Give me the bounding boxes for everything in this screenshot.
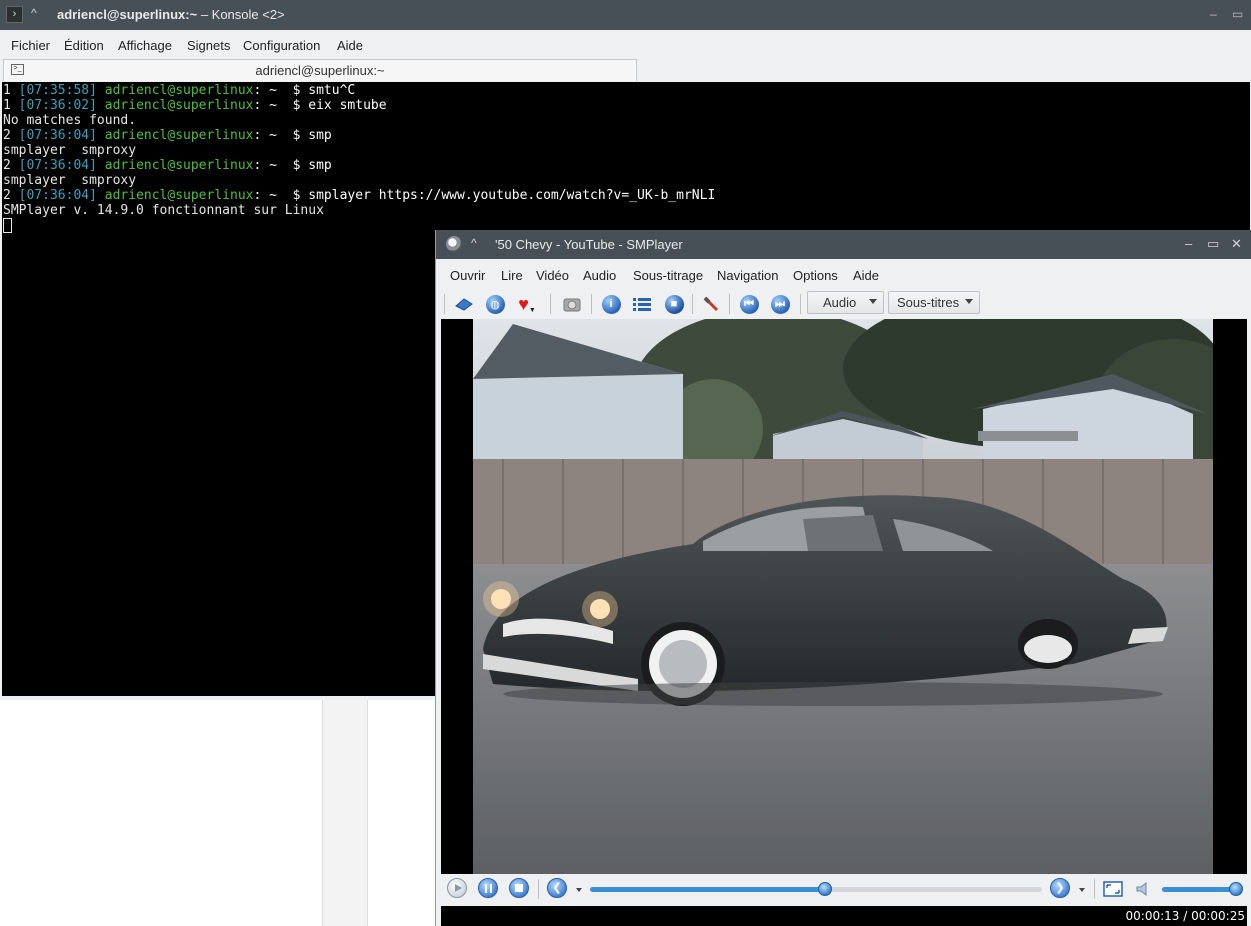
- toolbar-separator: [444, 294, 445, 314]
- terminal-output-line: smplayer smproxy: [3, 173, 137, 188]
- rewind-menu-arrow-icon[interactable]: [576, 888, 582, 892]
- konsole-menubar: Fichier Édition Affichage Signets Config…: [0, 30, 1251, 58]
- text-cursor: [3, 218, 12, 233]
- stop-icon: [515, 884, 523, 892]
- terminal-tab[interactable]: >_ adriencl@superlinux:~: [3, 59, 637, 81]
- terminal-output-line: No matches found.: [3, 113, 137, 128]
- status-bar: 00:00:13 / 00:00:25: [441, 906, 1247, 926]
- open-file-icon[interactable]: [453, 293, 475, 315]
- menu-lire[interactable]: Lire: [501, 268, 523, 283]
- controls-separator: [1094, 879, 1095, 899]
- volume-slider-level: [1162, 887, 1237, 892]
- audio-dropdown-label: Audio: [823, 295, 857, 310]
- menu-navigation[interactable]: Navigation: [717, 268, 778, 283]
- terminal-output-line: SMPlayer v. 14.9.0 fonctionnant sur Linu…: [3, 203, 324, 218]
- volume-slider-handle[interactable]: [1229, 882, 1244, 896]
- close-icon[interactable]: ✕: [1231, 236, 1242, 252]
- stop-button[interactable]: [509, 878, 529, 898]
- next-icon[interactable]: ⏭: [769, 293, 791, 315]
- minimize-icon[interactable]: –: [1185, 236, 1192, 251]
- smplayer-toolbar: ◍ ♥ ▼ i ■ ⏮ ⏭ Audio Sous-titres: [436, 289, 1251, 319]
- terminal-line: 2 [07:36:04] adriencl@superlinux: ~ $ sm…: [3, 158, 332, 173]
- toolbar-separator: [692, 294, 693, 314]
- previous-icon[interactable]: ⏮: [738, 293, 760, 315]
- toolbar-separator: [550, 294, 551, 314]
- playlist-icon[interactable]: [631, 293, 653, 315]
- terminal-line: 1 [07:35:58] adriencl@superlinux: ~ $ sm…: [3, 83, 356, 98]
- chevron-down-icon: [965, 299, 973, 304]
- preferences-icon[interactable]: [700, 293, 722, 315]
- smplayer-app-icon[interactable]: [446, 236, 462, 252]
- chevron-left-icon: ❮: [552, 881, 562, 894]
- menu-aide[interactable]: Aide: [853, 268, 879, 283]
- konsole-window-title: adriencl@superlinux:~ – Konsole <2>: [57, 7, 285, 22]
- mute-volume-icon[interactable]: [1133, 878, 1155, 900]
- forward-menu-arrow-icon[interactable]: [1079, 888, 1085, 892]
- smplayer-menubar: Ouvrir Lire Vidéo Audio Sous-titrage Nav…: [436, 259, 1251, 289]
- menu-configuration[interactable]: Configuration: [243, 38, 320, 53]
- maximize-icon[interactable]: ▭: [1207, 236, 1219, 252]
- seek-bar-progress: [590, 887, 826, 892]
- toolbar-separator: [729, 294, 730, 314]
- smplayer-titlebar[interactable]: ^ '50 Chevy - YouTube - SMPlayer – ▭ ✕: [436, 230, 1251, 259]
- terminal-output-line: smplayer smproxy: [3, 143, 137, 158]
- video-frame-image: [473, 319, 1213, 874]
- terminal-line: 1 [07:36:02] adriencl@superlinux: ~ $ ei…: [3, 98, 387, 113]
- seek-bar[interactable]: [590, 882, 1042, 896]
- shade-icon[interactable]: ^: [31, 6, 37, 20]
- open-url-icon[interactable]: ◍: [484, 293, 506, 315]
- menu-sous-titrage[interactable]: Sous-titrage: [633, 268, 703, 283]
- forward-button[interactable]: ❯: [1050, 878, 1070, 898]
- menu-edition[interactable]: Édition: [64, 38, 104, 53]
- subtitles-dropdown[interactable]: Sous-titres: [888, 291, 980, 314]
- menu-aide[interactable]: Aide: [337, 38, 363, 53]
- smplayer-window-title: '50 Chevy - YouTube - SMPlayer: [495, 237, 683, 252]
- toolbar-separator: [591, 294, 592, 314]
- favorites-icon[interactable]: ♥ ▼: [516, 293, 538, 315]
- volume-slider[interactable]: [1162, 882, 1244, 896]
- pause-button[interactable]: [478, 878, 498, 898]
- maximize-icon[interactable]: ▭: [1232, 7, 1243, 21]
- desktop-background-panel: [322, 700, 368, 926]
- toolbar-separator: [800, 294, 801, 314]
- play-icon: [454, 884, 462, 892]
- video-display[interactable]: [441, 319, 1247, 874]
- info-icon[interactable]: i: [600, 293, 622, 315]
- window-menu-icon[interactable]: ›: [6, 6, 23, 23]
- minimize-icon[interactable]: –: [1210, 7, 1217, 21]
- controls-separator: [538, 879, 539, 899]
- smplayer-window: ^ '50 Chevy - YouTube - SMPlayer – ▭ ✕ O…: [435, 230, 1251, 926]
- terminal-cursor-line: [3, 218, 12, 235]
- play-button[interactable]: [447, 878, 467, 898]
- menu-audio[interactable]: Audio: [583, 268, 616, 283]
- terminal-line: 2 [07:36:04] adriencl@superlinux: ~ $ sm…: [3, 128, 332, 143]
- menu-options[interactable]: Options: [793, 268, 838, 283]
- subtitles-dropdown-label: Sous-titres: [897, 295, 960, 310]
- seek-bar-handle[interactable]: [818, 882, 833, 896]
- fullscreen-icon[interactable]: [1102, 878, 1124, 900]
- time-display: 00:00:13 / 00:00:25: [1125, 909, 1245, 923]
- menu-signets[interactable]: Signets: [187, 38, 230, 53]
- tab-label: adriencl@superlinux:~: [255, 63, 385, 78]
- menu-fichier[interactable]: Fichier: [11, 38, 50, 53]
- menu-video[interactable]: Vidéo: [536, 268, 569, 283]
- playback-controls: ❮ ❯: [436, 874, 1251, 904]
- konsole-titlebar[interactable]: › ^ adriencl@superlinux:~ – Konsole <2> …: [0, 0, 1251, 30]
- pause-icon: [484, 883, 492, 893]
- audio-track-dropdown[interactable]: Audio: [807, 291, 884, 314]
- rewind-button[interactable]: ❮: [547, 878, 567, 898]
- menu-affichage[interactable]: Affichage: [118, 38, 172, 53]
- video-frame: [473, 319, 1213, 874]
- screenshot-icon[interactable]: [561, 293, 583, 315]
- chevron-down-icon: [869, 299, 877, 304]
- menu-ouvrir[interactable]: Ouvrir: [450, 268, 485, 283]
- terminal-line: 2 [07:36:04] adriencl@superlinux: ~ $ sm…: [3, 188, 716, 203]
- video-equalizer-icon[interactable]: ■: [663, 293, 685, 315]
- shade-icon[interactable]: ^: [471, 236, 477, 250]
- chevron-right-icon: ❯: [1055, 881, 1065, 894]
